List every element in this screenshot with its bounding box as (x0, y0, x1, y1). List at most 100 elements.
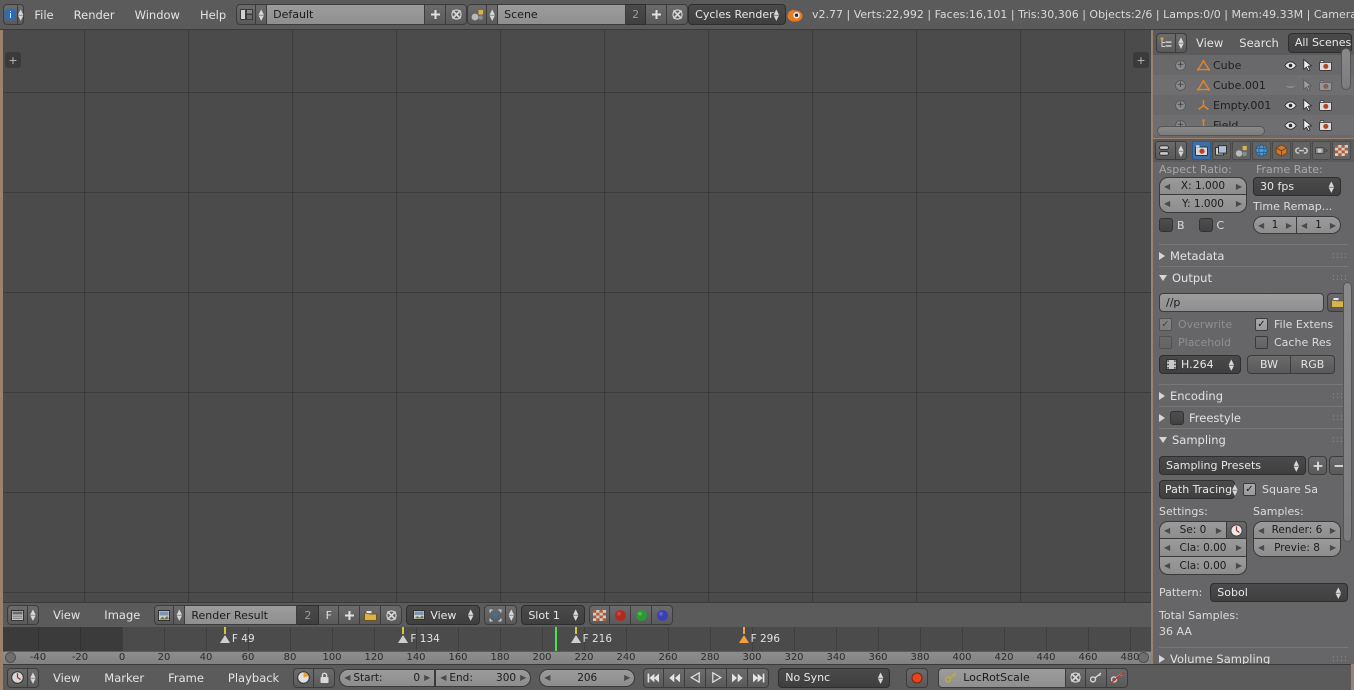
delete-scene-button[interactable] (667, 4, 689, 25)
outliner-row-cube-001[interactable]: + Cube.001 (1153, 75, 1354, 95)
timeline-horizontal-scrollbar[interactable]: -40 -20 0 20 40 60 80 100 120 140 160 180 200 220 240 2… (3, 651, 1151, 664)
restrict-render-icon[interactable] (1319, 119, 1332, 131)
color-and-alpha-channel-button[interactable] (589, 605, 611, 625)
placeholders-checkbox[interactable] (1159, 336, 1172, 349)
menu-file[interactable]: File (24, 3, 63, 27)
jump-to-next-keyframe-button[interactable] (727, 667, 749, 688)
increment-arrow[interactable]: ▶ (1236, 543, 1242, 552)
output-path-field[interactable]: //p (1159, 293, 1324, 312)
sidebar-open-handle-right[interactable]: + (1133, 52, 1149, 68)
end-frame-field[interactable]: ◀ End: 300 ▶ (435, 668, 532, 687)
increment-arrow[interactable]: ▶ (1330, 526, 1336, 535)
image-view-mode-dropdown[interactable]: View ▲ ▼ (406, 605, 481, 625)
panel-output[interactable]: Output :::: (1159, 266, 1348, 288)
blue-channel-button[interactable] (652, 605, 674, 625)
timeline-ruler[interactable]: F 49 F 134 F 216 F 296 -40 -20 0 20 40 60 80 100 12… (3, 627, 1151, 664)
restrict-view-icon[interactable] (1284, 60, 1297, 70)
increment-arrow[interactable]: ▶ (1236, 182, 1242, 191)
render-engine-dropdown[interactable]: Cycles Render ▲ ▼ (688, 4, 786, 25)
restrict-render-icon[interactable] (1319, 59, 1332, 71)
restrict-select-icon[interactable] (1303, 59, 1313, 71)
animate-seed-button[interactable] (1227, 521, 1247, 539)
time-remap-new-field[interactable]: ◀ 1 ▶ (1297, 216, 1341, 234)
sampling-pattern-dropdown[interactable]: Sobol ▲ ▼ (1210, 583, 1348, 602)
increment-arrow[interactable]: ▶ (1330, 221, 1336, 230)
outliner-vertical-scrollbar[interactable] (1341, 48, 1351, 90)
jump-to-end-button[interactable] (748, 667, 770, 688)
use-preview-range-button[interactable] (293, 667, 315, 688)
properties-tab-object[interactable] (1272, 141, 1291, 160)
image-user-count[interactable]: 2 (297, 605, 320, 625)
panel-metadata[interactable]: Metadata :::: (1159, 244, 1348, 266)
image-datablock-spinner[interactable]: ▲ ▼ (174, 605, 186, 625)
outliner-row-empty-001[interactable]: + Empty.001 (1153, 95, 1354, 115)
unlink-image-button[interactable] (381, 605, 403, 625)
play-reverse-button[interactable] (685, 667, 707, 688)
outliner-editor-type-icon[interactable] (1156, 32, 1176, 53)
output-format-dropdown[interactable]: H.264 ▲ ▼ (1159, 355, 1241, 374)
color-mode-rgb-button[interactable]: RGB (1291, 355, 1335, 374)
clamp-direct-field[interactable]: ◀ Cla: 0.00 ▶ (1159, 539, 1247, 557)
increment-arrow[interactable]: ▶ (1236, 199, 1242, 208)
image-menu-image[interactable]: Image (94, 603, 150, 627)
expand-toggle-icon[interactable]: + (1175, 99, 1186, 111)
jump-to-start-button[interactable] (643, 667, 665, 688)
add-screen-layout-button[interactable] (425, 4, 447, 25)
delete-keyframe-button[interactable] (1107, 667, 1129, 688)
scrollbar-handle-right[interactable] (1138, 652, 1149, 663)
outliner-horizontal-scrollbar[interactable] (1157, 126, 1265, 136)
add-sampling-preset-button[interactable] (1308, 456, 1327, 475)
file-extensions-row[interactable]: ✓ File Extens (1255, 318, 1333, 331)
increment-arrow[interactable]: ▶ (1236, 561, 1242, 570)
preview-samples-field[interactable]: ◀ Previe: 8 ▶ (1253, 539, 1341, 557)
square-samples-row[interactable]: ✓ Square Sa (1243, 483, 1318, 496)
panel-sampling[interactable]: Sampling :::: (1159, 428, 1348, 450)
border-toggle[interactable] (1159, 218, 1173, 232)
clamp-indirect-field[interactable]: ◀ Cla: 0.00 ▶ (1159, 557, 1247, 575)
restrict-render-icon[interactable] (1319, 99, 1332, 111)
image-pass-icon[interactable] (484, 605, 507, 625)
screen-layout-icon[interactable] (236, 4, 257, 25)
frame-rate-dropdown[interactable]: 30 fps ▲ ▼ (1253, 177, 1341, 196)
render-samples-field[interactable]: ◀ Render: 6 ▶ (1253, 521, 1341, 539)
outliner-menu-search[interactable]: Search (1232, 31, 1286, 55)
outliner-row-cube[interactable]: + Cube (1153, 55, 1354, 75)
scene-name-field[interactable]: Scene (498, 4, 627, 25)
properties-editor-type-spinner[interactable]: ▲ ▼ (1176, 141, 1187, 160)
new-image-button[interactable] (339, 605, 361, 625)
panel-freestyle[interactable]: Freestyle :::: (1159, 406, 1348, 428)
timeline-marker-216[interactable]: F 216 (570, 627, 612, 645)
properties-editor-type-icon[interactable] (1155, 141, 1176, 160)
freestyle-enable-checkbox[interactable] (1170, 410, 1184, 425)
add-scene-button[interactable] (646, 4, 668, 25)
timeline-marker-134[interactable]: F 134 (398, 627, 440, 645)
timeline-editor-type-icon[interactable] (7, 667, 28, 688)
timeline-menu-marker[interactable]: Marker (94, 666, 154, 690)
restrict-view-icon[interactable] (1284, 100, 1297, 110)
image-editor-canvas[interactable]: + + (3, 30, 1151, 602)
placeholders-row[interactable]: Placehold (1159, 336, 1249, 349)
panel-volume-sampling[interactable]: Volume Sampling :::: (1159, 647, 1348, 664)
increment-arrow[interactable]: ▶ (1216, 526, 1222, 535)
restrict-select-icon[interactable] (1303, 119, 1313, 131)
image-datablock-icon[interactable] (154, 605, 175, 625)
play-animation-button[interactable] (706, 667, 728, 688)
toolshelf-open-handle-left[interactable]: + (5, 52, 21, 68)
lock-time-to-other-windows-button[interactable] (314, 667, 336, 688)
open-image-button[interactable] (360, 605, 382, 625)
increment-arrow[interactable]: ▶ (1330, 543, 1336, 552)
properties-tab-render-layers[interactable] (1212, 141, 1231, 160)
restrict-view-icon[interactable] (1284, 81, 1297, 90)
properties-tab-scene[interactable] (1232, 141, 1251, 160)
crop-toggle[interactable] (1198, 218, 1213, 232)
properties-tab-render[interactable] (1192, 141, 1211, 160)
timeline-playhead[interactable] (555, 627, 557, 652)
red-channel-button[interactable] (610, 605, 632, 625)
properties-tab-texture[interactable] (1332, 141, 1351, 160)
overwrite-checkbox[interactable]: ✓ (1159, 318, 1172, 331)
panel-encoding[interactable]: Encoding :::: (1159, 384, 1348, 406)
increment-arrow[interactable]: ▶ (624, 673, 630, 682)
file-extensions-checkbox[interactable]: ✓ (1255, 318, 1268, 331)
timeline-marker-49[interactable]: F 49 (219, 627, 255, 645)
seed-field[interactable]: ◀ Se: 0 ▶ (1159, 521, 1227, 539)
